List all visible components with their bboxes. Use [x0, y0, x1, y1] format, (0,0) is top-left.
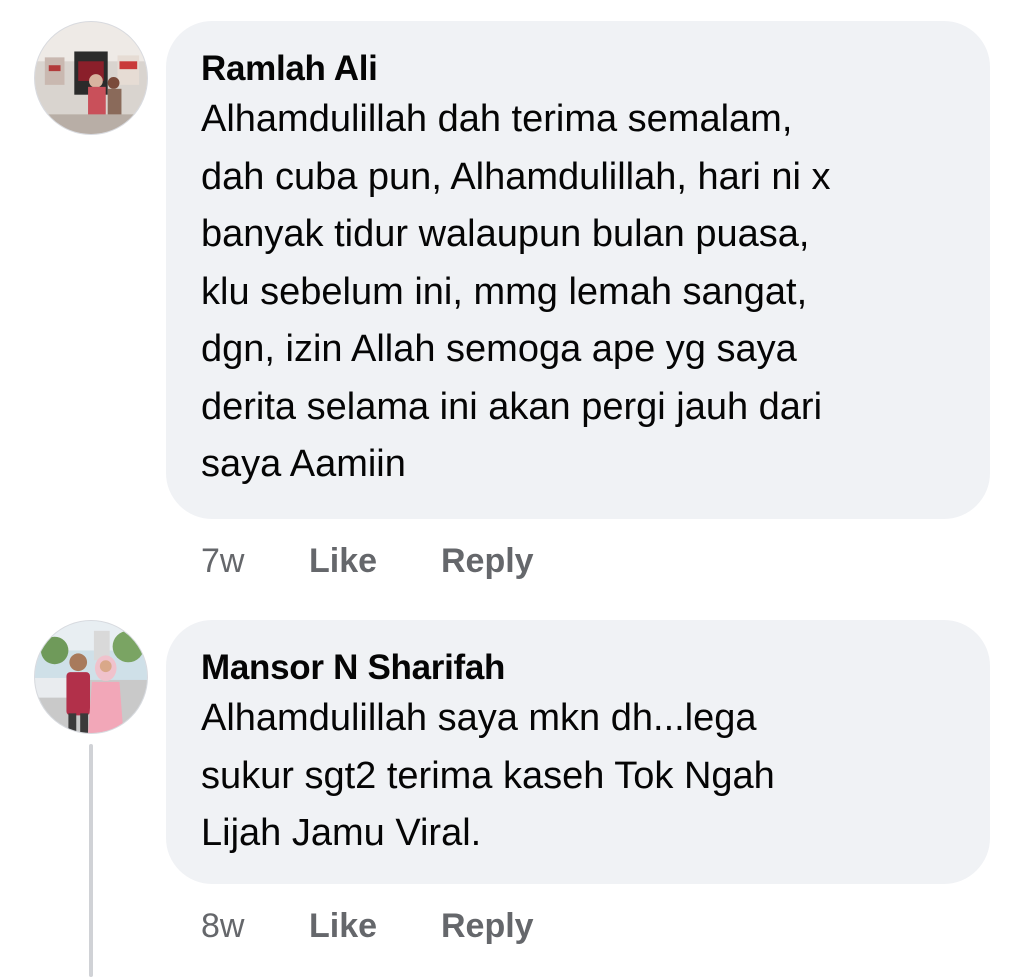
reply-button[interactable]: Reply — [441, 542, 534, 581]
comment-timestamp[interactable]: 7w — [201, 542, 309, 581]
profile-photo-icon — [35, 22, 147, 134]
comment-bubble: Mansor N Sharifah Alhamdulillah saya mkn… — [166, 620, 990, 884]
comments-page: Ramlah Ali Alhamdulillah dah terima sema… — [0, 0, 1024, 977]
comment-actions: 8w Like Reply — [201, 902, 534, 950]
like-button[interactable]: Like — [309, 907, 441, 946]
comment-text: Alhamdulillah dah terima semalam, dah cu… — [201, 98, 831, 485]
avatar[interactable] — [34, 620, 148, 734]
comment-timestamp[interactable]: 8w — [201, 907, 309, 946]
comment-text: Alhamdulillah saya mkn dh...lega sukur s… — [201, 697, 775, 854]
like-button[interactable]: Like — [309, 542, 441, 581]
reply-thread-line — [89, 744, 93, 977]
comment-author[interactable]: Ramlah Ali — [201, 47, 956, 91]
reply-button[interactable]: Reply — [441, 907, 534, 946]
avatar[interactable] — [34, 21, 148, 135]
profile-photo-icon — [35, 621, 147, 733]
comment-actions: 7w Like Reply — [201, 537, 534, 585]
comment-author[interactable]: Mansor N Sharifah — [201, 646, 956, 690]
comment-bubble: Ramlah Ali Alhamdulillah dah terima sema… — [166, 21, 990, 519]
